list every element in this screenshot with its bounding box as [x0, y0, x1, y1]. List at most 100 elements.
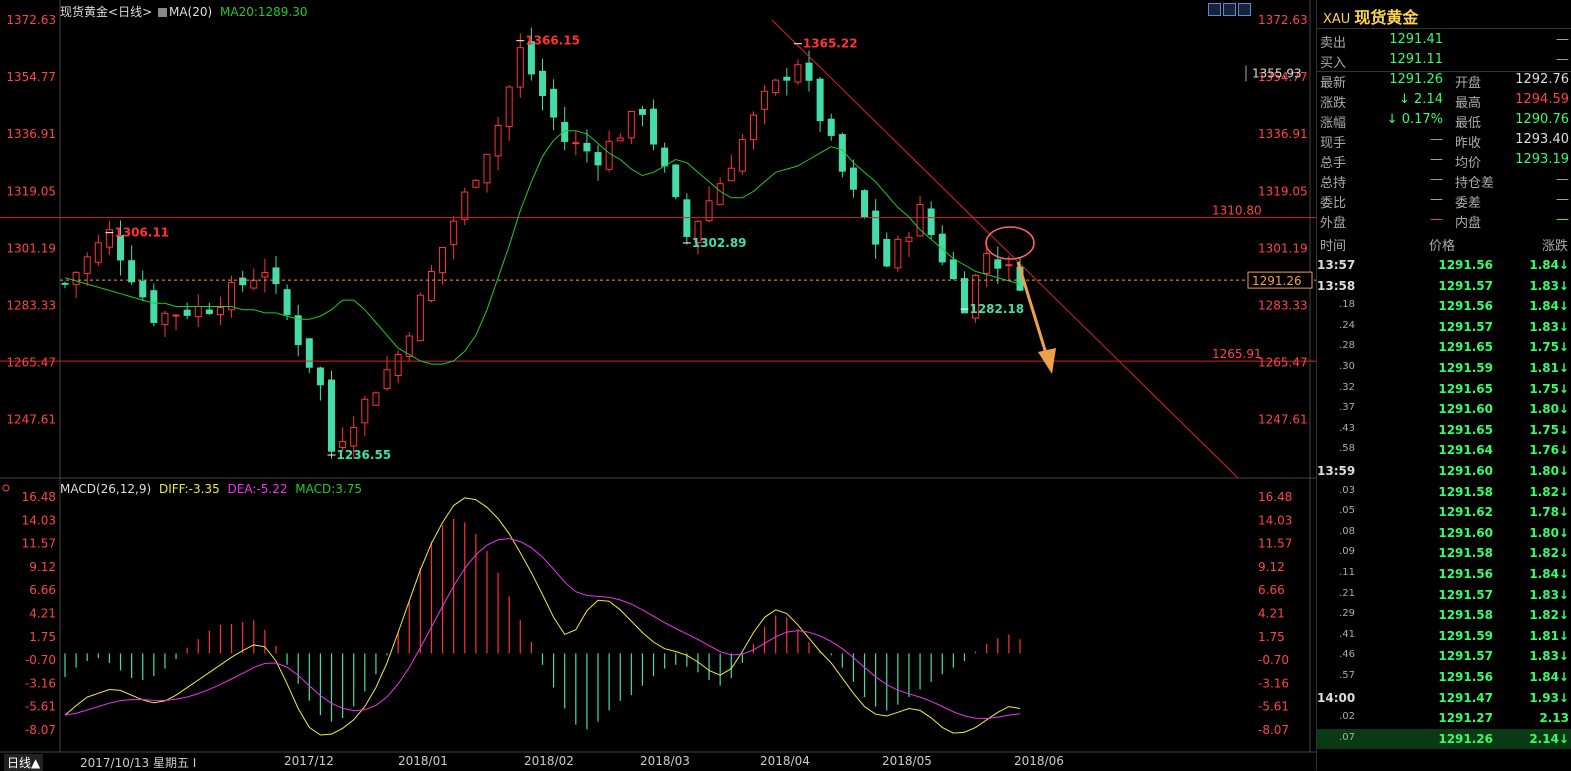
candle-body: [638, 108, 646, 115]
tick-c: 1.75↓: [1529, 422, 1569, 437]
table-row: 14:00 1291.47 1.93↓: [1317, 688, 1571, 708]
y-tick-left: 1372.63: [6, 13, 56, 27]
quote-value: ↓ 2.14: [1399, 92, 1443, 107]
date-label: 2017/10/13 星期五 I: [80, 756, 197, 770]
tick-p: 1291.59: [1438, 628, 1493, 643]
candle-body: [572, 142, 580, 145]
price-annotation: 1236.55: [337, 448, 392, 462]
tick-t: .41: [1339, 628, 1355, 640]
candle-body: [894, 238, 902, 269]
macd-y-tick-right: -3.16: [1258, 676, 1289, 690]
candle-body: [150, 290, 158, 323]
tick-t: .57: [1339, 670, 1355, 681]
tick-c: 1.80↓: [1529, 464, 1569, 478]
candle-body: [350, 427, 358, 447]
candle-body: [994, 259, 1002, 269]
quote-value2: —: [1556, 212, 1569, 227]
y-tick-right: 1265.47: [1258, 356, 1308, 370]
period-label[interactable]: <日线>: [108, 5, 152, 19]
candle-body: [949, 259, 957, 279]
quote-label2: 均价: [1455, 156, 1482, 171]
candle-body: [139, 280, 147, 298]
macd-y-tick-left: 9.12: [29, 560, 56, 574]
quote-row: 现手 — 昨收 1293.40: [1317, 130, 1571, 151]
col-change: 涨跌: [1542, 239, 1569, 254]
candle-body: [550, 88, 558, 118]
table-row: .09 1291.58 1.82↓: [1317, 543, 1571, 563]
tick-c: 1.83↓: [1529, 649, 1569, 664]
restore-icon[interactable]: [1208, 3, 1221, 16]
candle-body: [216, 307, 224, 316]
tick-p: 1291.56: [1438, 567, 1493, 581]
y-tick-right: 1283.33: [1258, 298, 1308, 312]
ma-settings-icon[interactable]: [157, 8, 167, 17]
quote-label2: 最低: [1455, 116, 1482, 131]
maximize-icon[interactable]: [1238, 3, 1251, 16]
quote-label: 现手: [1320, 136, 1347, 151]
quote-label2: 委差: [1455, 196, 1482, 211]
instrument-name: 现货黄金: [60, 5, 109, 19]
tick-p: 1291.57: [1438, 278, 1493, 293]
candle-body: [738, 139, 746, 172]
candle-body: [861, 190, 869, 217]
dea-value: DEA:-5.22: [227, 482, 288, 496]
y-tick-right: 1336.91: [1258, 127, 1308, 141]
col-time: 时间: [1320, 239, 1347, 254]
candle-body: [205, 309, 213, 314]
candle-body: [627, 110, 635, 139]
tick-t: .18: [1339, 299, 1355, 311]
tick-t: .02: [1339, 711, 1355, 723]
candle-body: [72, 271, 80, 285]
candle-body: [927, 208, 935, 236]
candle-body: [239, 277, 247, 286]
tick-t: .05: [1339, 505, 1355, 517]
quote-label: 涨跌: [1320, 96, 1347, 111]
candle-body: [761, 90, 769, 110]
tick-p: 1291.27: [1438, 711, 1493, 726]
candle-body: [727, 167, 735, 182]
tick-c: 2.14↓: [1529, 731, 1569, 746]
candle-body: [849, 167, 857, 190]
tick-p: 1291.60: [1438, 464, 1493, 478]
table-row: .08 1291.60 1.80↓: [1317, 523, 1571, 543]
tick-p: 1291.56: [1438, 258, 1493, 272]
price-annotation: 1306.11: [114, 226, 169, 240]
footer-bar: 日线▲ 2017/10/13 星期五 I 2017/12 2018/01 201…: [0, 754, 1316, 771]
instrument-code: XAU: [1323, 12, 1351, 27]
x-tick: 2018/06: [1014, 754, 1064, 768]
y-tick-right: 1319.05: [1258, 184, 1308, 198]
candle-body: [328, 379, 336, 452]
label-layer: 1372.63 1372.631354.77 1354.771336.91 1336.…: [2, 13, 1313, 737]
table-row: .28 1291.65 1.75↓: [1317, 337, 1571, 357]
quote-label2: 持仓差: [1455, 176, 1495, 191]
macd-y-tick-left: 14.03: [22, 513, 56, 527]
tick-c: 1.75↓: [1529, 381, 1569, 396]
period-button[interactable]: 日线▲: [4, 754, 44, 771]
quote-value2: 1292.76: [1515, 72, 1569, 87]
tick-p: 1291.65: [1438, 422, 1493, 437]
tick-c: 1.81↓: [1529, 361, 1569, 375]
candle-body: [605, 140, 613, 170]
candle-body: [305, 338, 313, 368]
tick-p: 1291.57: [1438, 319, 1493, 334]
candle-body: [61, 282, 69, 285]
tick-table-header: 时间 价格 涨跌: [1317, 234, 1571, 254]
candle-body: [594, 152, 602, 166]
macd-y-tick-right: -8.07: [1258, 723, 1289, 737]
minimize-icon[interactable]: [1223, 3, 1236, 16]
tick-c: 1.84↓: [1529, 567, 1569, 581]
macd-header: MACD(26,12,9) DIFF:-3.35 DEA:-5.22 MACD:…: [60, 482, 362, 496]
candle-body: [960, 278, 968, 314]
candle-body: [805, 62, 813, 81]
ma20-line: [64, 130, 1021, 365]
tick-t: 13:59: [1317, 464, 1356, 478]
quote-value: —: [1430, 172, 1443, 187]
quote-row: 外盘 — 内盘 —: [1317, 210, 1571, 231]
tick-c: 1.82↓: [1529, 546, 1569, 561]
candle-body: [128, 260, 136, 283]
table-row: .21 1291.57 1.83↓: [1317, 585, 1571, 605]
candle-body: [883, 238, 891, 267]
candle-body: [394, 354, 402, 376]
macd-marker-icon: [2, 484, 10, 492]
candle-body: [339, 441, 347, 448]
